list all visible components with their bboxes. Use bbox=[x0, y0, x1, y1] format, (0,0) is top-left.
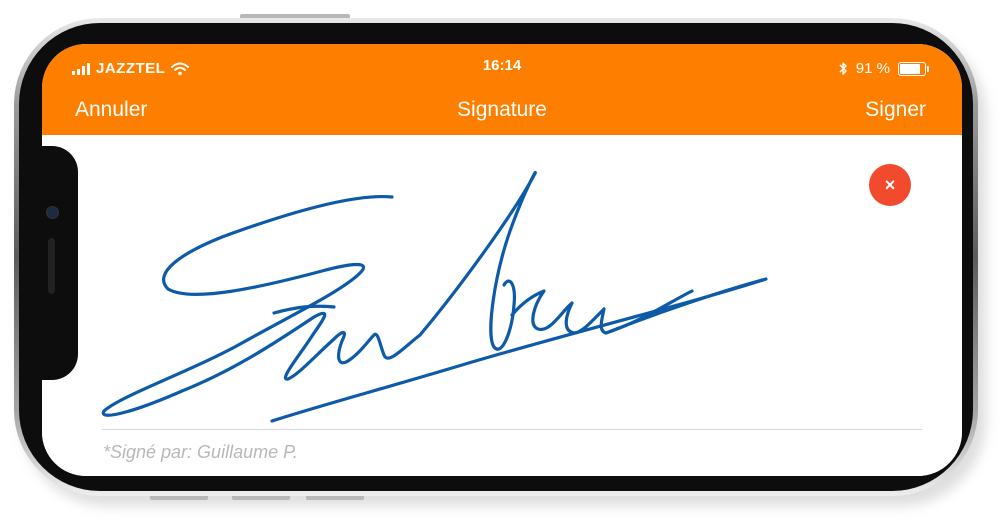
earpiece-speaker bbox=[48, 238, 55, 294]
nav-bar: Annuler Signature Signer bbox=[42, 96, 962, 130]
app-header: JAZZTEL 16:14 91 % Annuler Signature Sig… bbox=[42, 44, 962, 135]
battery-percent: 91 % bbox=[855, 60, 890, 77]
clear-signature-button[interactable]: × bbox=[869, 164, 911, 206]
signature-stroke bbox=[332, 330, 422, 365]
status-bar: JAZZTEL 16:14 91 % bbox=[42, 44, 962, 84]
screen: JAZZTEL 16:14 91 % Annuler Signature Sig… bbox=[42, 44, 962, 476]
signature-pad[interactable]: × *Signé par: Guillaume P. bbox=[42, 135, 962, 476]
battery-tip bbox=[927, 65, 929, 72]
status-time: 16:14 bbox=[482, 57, 522, 74]
phone-notch bbox=[36, 146, 78, 380]
battery-icon bbox=[898, 61, 929, 76]
signature-stroke bbox=[101, 194, 394, 417]
signature-stroke bbox=[270, 277, 768, 423]
close-icon: × bbox=[884, 174, 896, 195]
page-title: Signature bbox=[457, 98, 547, 121]
signature-stroke bbox=[418, 171, 537, 351]
signature-drawing bbox=[101, 171, 768, 423]
signed-by-label: *Signé par: Guillaume P. bbox=[103, 442, 298, 462]
sign-button[interactable]: Signer bbox=[865, 98, 926, 122]
front-camera bbox=[46, 206, 59, 219]
battery-level bbox=[900, 63, 921, 74]
bluetooth-icon bbox=[839, 62, 847, 75]
status-right: 91 % bbox=[838, 60, 929, 77]
signature-baseline bbox=[102, 429, 922, 430]
